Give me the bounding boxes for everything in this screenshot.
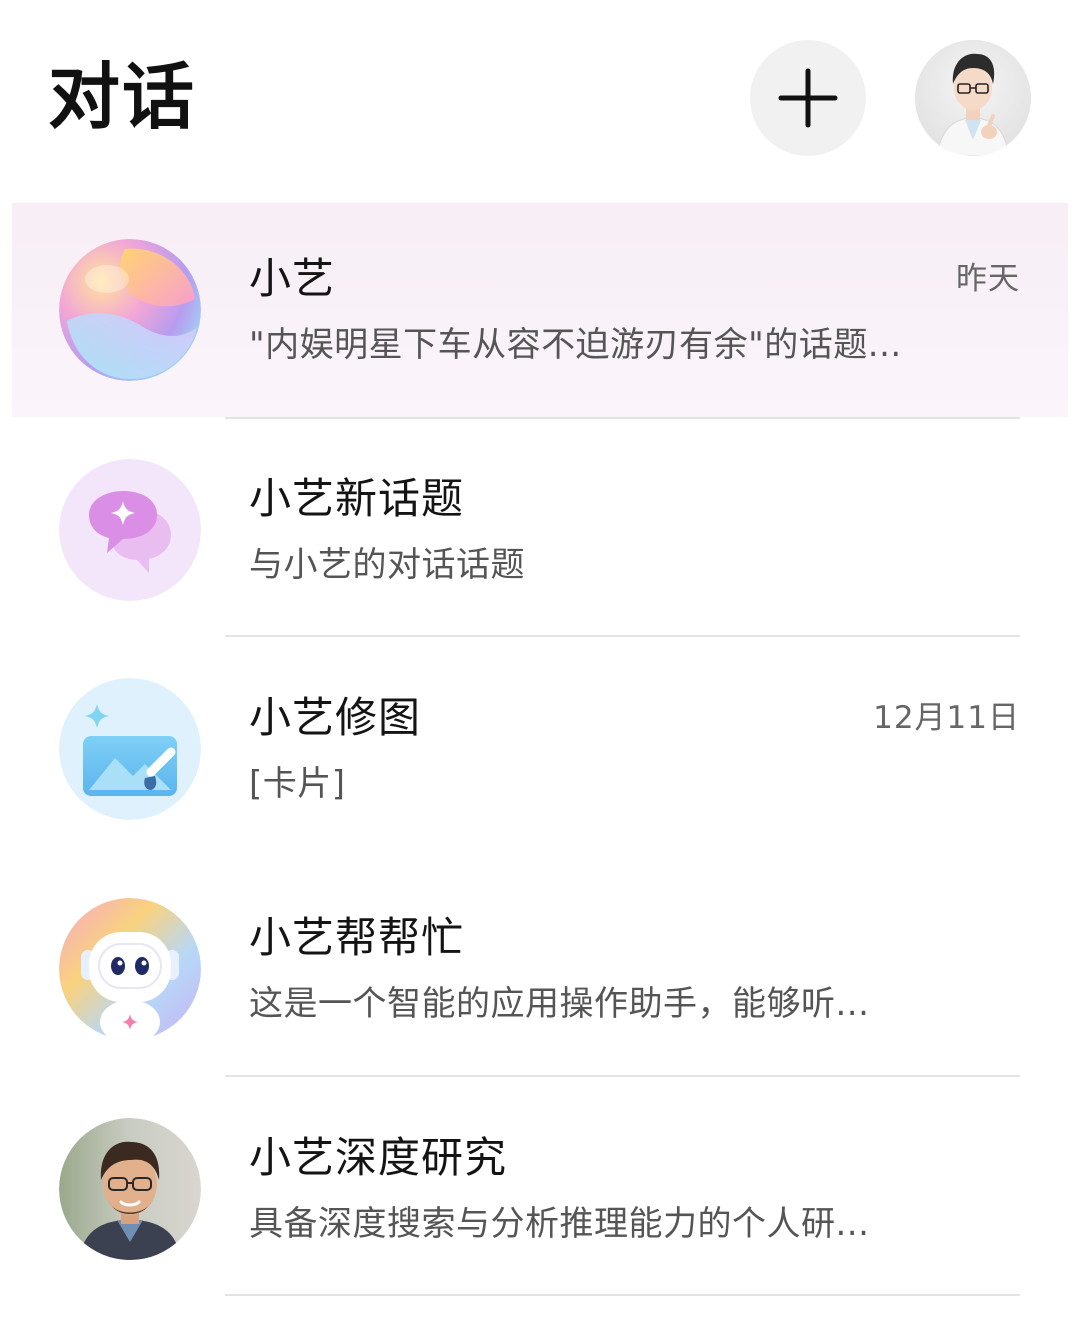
conversation-time: 昨天	[956, 261, 1020, 297]
conversation-preview: [卡片]	[249, 764, 346, 804]
user-avatar-icon	[915, 40, 1031, 156]
conversation-preview: "内娱明星下车从容不迫游刃有余"的话题...	[249, 325, 902, 365]
conversations-page: 对话 小艺 昨天 "内娱明星下车从容不迫游刃有余"的话题... 小艺新话题 与小…	[0, 0, 1080, 1332]
conversation-preview: 与小艺的对话话题	[249, 545, 525, 585]
image-brush-icon	[59, 678, 201, 820]
divider	[225, 1294, 1020, 1296]
conversation-item-xiaoyi-deep-research[interactable]: 小艺深度研究 具备深度搜索与分析推理能力的个人研...	[12, 1082, 1068, 1296]
divider	[225, 635, 1020, 637]
conversation-preview: 这是一个智能的应用操作助手，能够听...	[249, 984, 870, 1024]
conversation-name: 小艺帮帮忙	[249, 913, 465, 962]
page-title: 对话	[48, 55, 197, 139]
user-avatar-button[interactable]	[915, 40, 1031, 156]
conversation-name: 小艺深度研究	[249, 1133, 508, 1182]
divider	[225, 1075, 1020, 1077]
chat-bubbles-sparkle-icon	[59, 459, 201, 601]
conversation-item-xiaoyi-helper[interactable]: 小艺帮帮忙 这是一个智能的应用操作助手，能够听...	[12, 862, 1068, 1076]
conversation-item-xiaoyi-photo-edit[interactable]: 小艺修图 12月11日 [卡片]	[12, 642, 1068, 856]
conversation-preview: 具备深度搜索与分析推理能力的个人研...	[249, 1204, 870, 1244]
plus-icon	[778, 68, 838, 128]
header: 对话	[0, 0, 1080, 190]
conversation-name: 小艺新话题	[249, 474, 465, 523]
conversation-name: 小艺	[249, 254, 336, 303]
xiaoyi-orb-icon	[59, 239, 201, 381]
researcher-portrait-icon	[59, 1118, 201, 1260]
conversation-name: 小艺修图	[249, 693, 422, 742]
new-chat-button[interactable]	[750, 40, 866, 156]
robot-mascot-icon	[59, 898, 201, 1040]
conversation-item-xiaoyi-new-topic[interactable]: 小艺新话题 与小艺的对话话题	[12, 423, 1068, 637]
conversation-time: 12月11日	[873, 700, 1020, 736]
conversation-item-xiaoyi[interactable]: 小艺 昨天 "内娱明星下车从容不迫游刃有余"的话题...	[12, 203, 1068, 417]
divider	[225, 417, 1020, 419]
